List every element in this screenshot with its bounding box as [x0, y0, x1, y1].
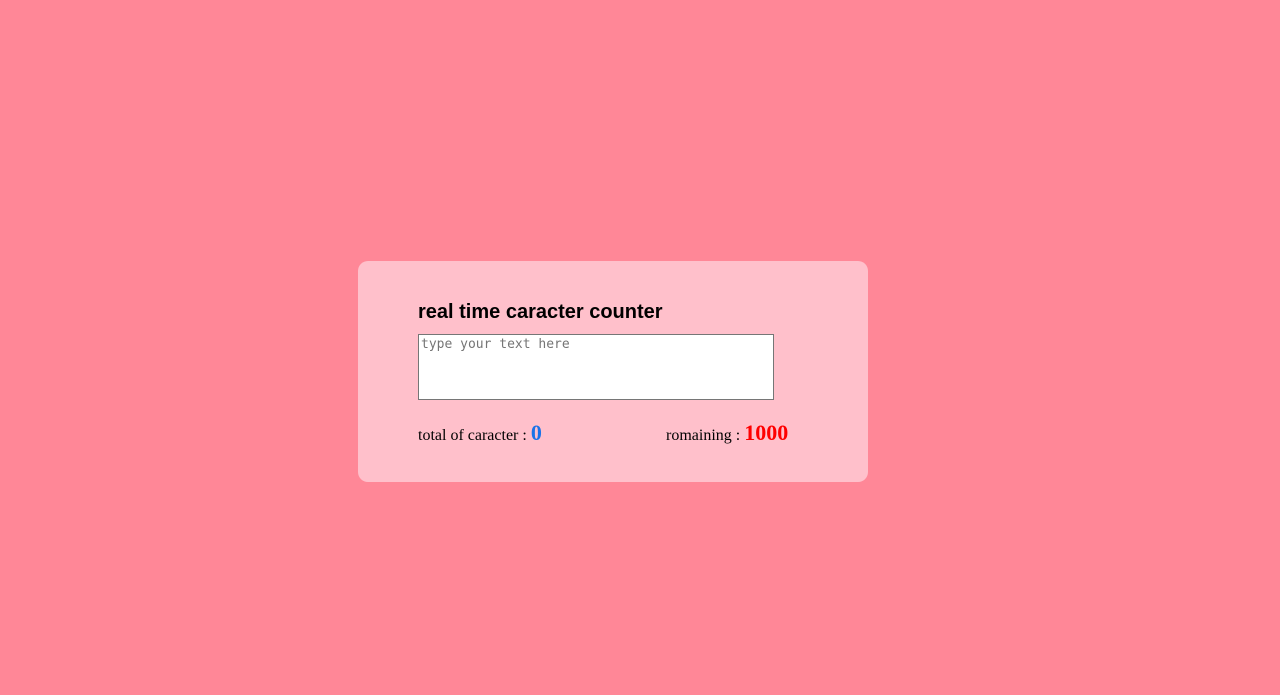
- total-characters-label: total of caracter :: [418, 427, 531, 444]
- total-characters-value: 0: [530, 420, 542, 445]
- total-characters-stat: total of caracter : 0: [418, 420, 542, 449]
- counter-card: real time caracter counter total of cara…: [358, 261, 868, 482]
- remaining-characters-stat: romaining : 1000: [666, 420, 788, 449]
- text-input[interactable]: [418, 334, 774, 400]
- remaining-characters-label: romaining :: [666, 427, 745, 444]
- page-title: real time caracter counter: [418, 301, 663, 323]
- remaining-characters-value: 1000: [744, 420, 789, 445]
